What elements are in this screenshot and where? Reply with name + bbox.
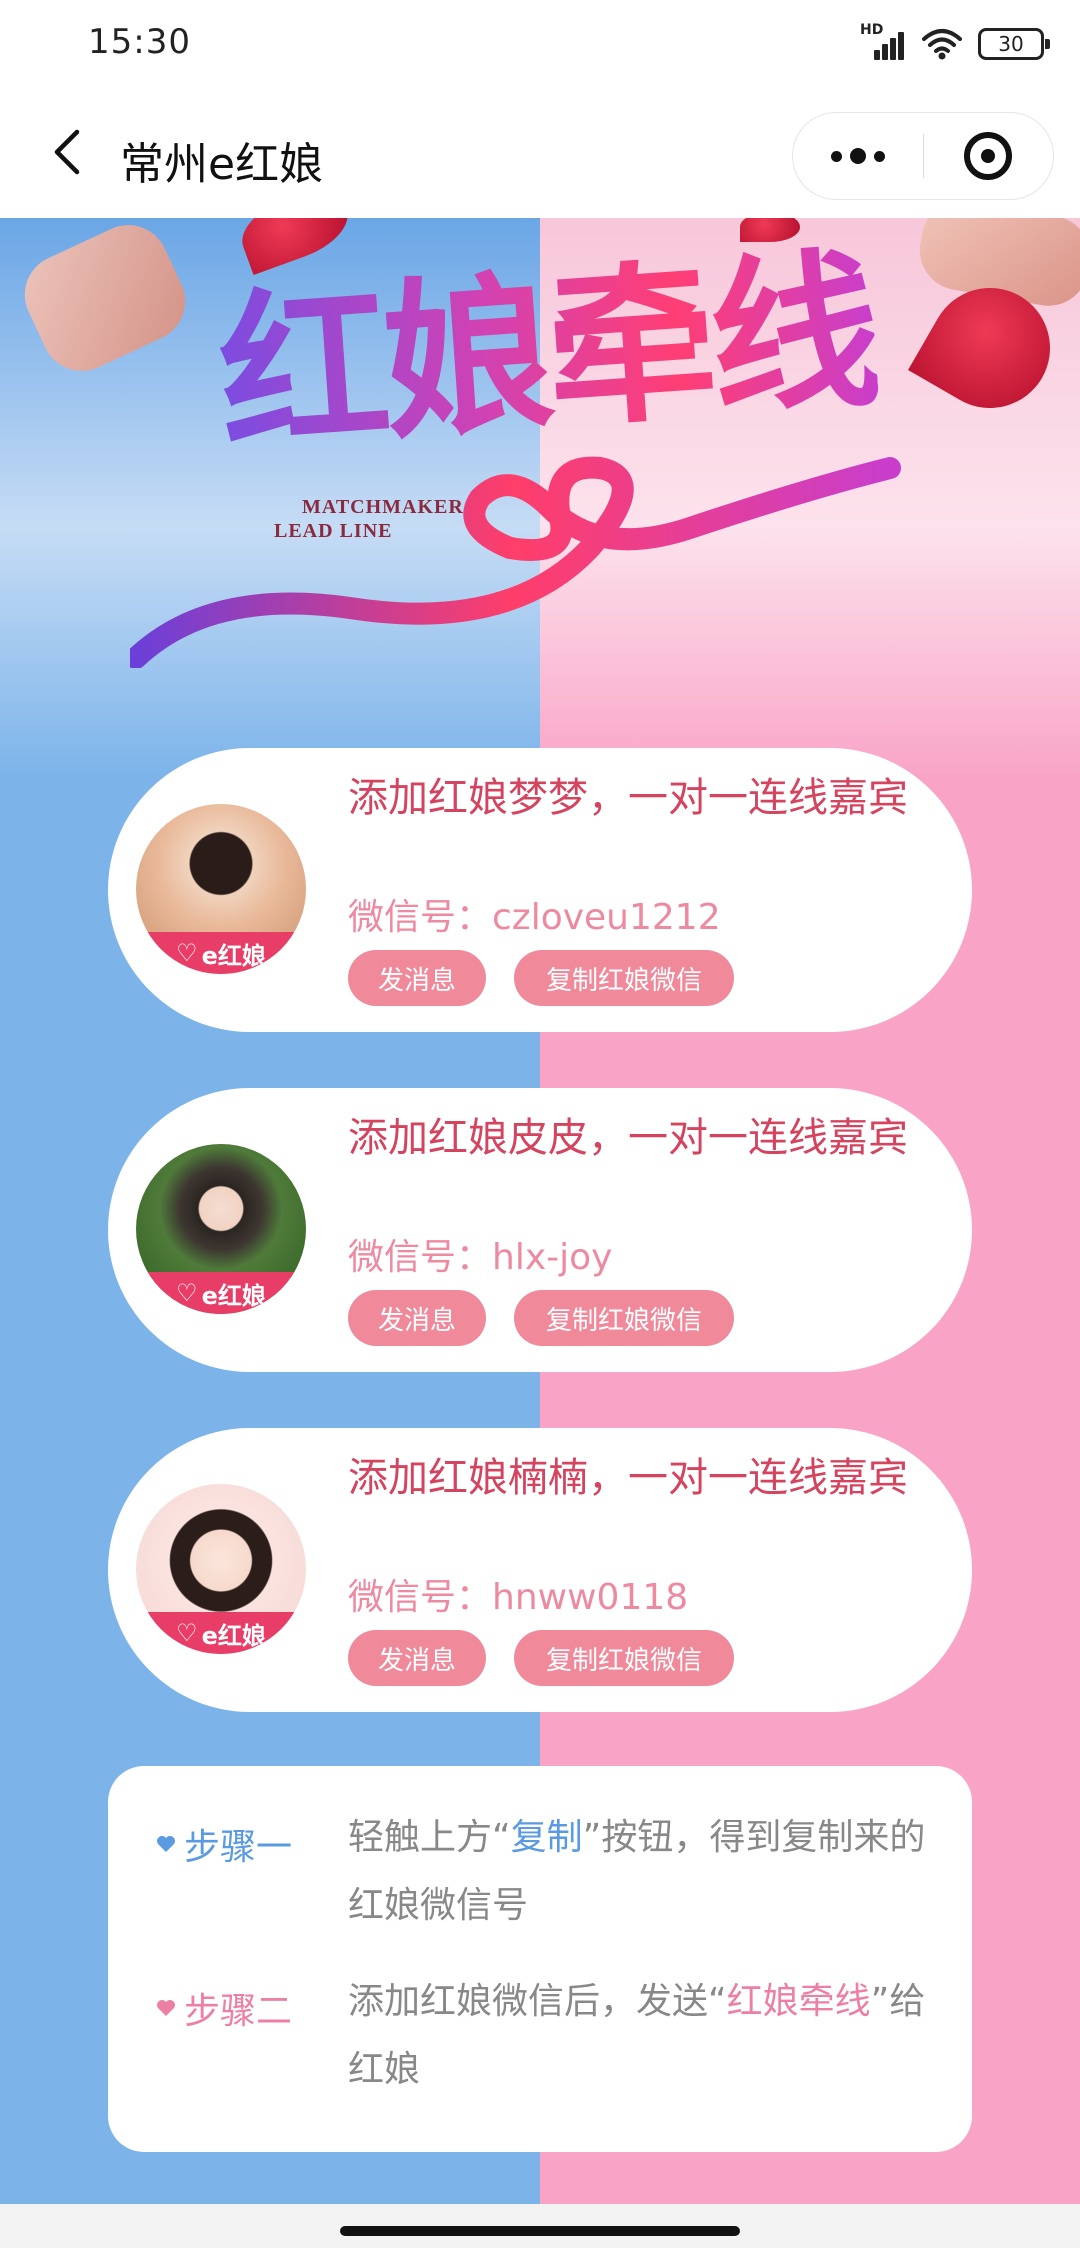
step-label: 步骤二 [184,1991,293,2032]
wechat-label: 微信号： [348,897,493,938]
step-item: 步骤一 轻触上方“复制”按钮，得到复制来的红娘微信号 [156,1817,946,1978]
card-title: 添加红娘梦梦，一对一连线嘉宾 [348,775,908,821]
wechat-label: 微信号： [348,1237,493,1278]
main-content: 红娘牵线 MATCHMAKER LEAD LINE ♡ e红娘 添加红娘梦梦，一… [0,218,1080,2204]
wechat-id: czloveu1212 [492,897,721,938]
send-message-button[interactable]: 发消息 [348,1290,486,1346]
step-text: 轻触上方“复制”按钮，得到复制来的红娘微信号 [348,1817,926,1926]
heart-icon: ♡ [176,1619,198,1647]
status-bar: 15:30 HD 30 [0,0,1080,90]
step-text: 添加红娘微信后，发送“红娘牵线”给红娘 [348,1981,926,2090]
steps-panel: 步骤一 轻触上方“复制”按钮，得到复制来的红娘微信号 步骤二 添加红娘微信后，发… [108,1766,972,2152]
nav-bar: 常州e红娘 [0,90,1080,218]
matchmaker-card: ♡ e红娘 添加红娘楠楠，一对一连线嘉宾 微信号：hnww0118 发消息 复制… [108,1428,972,1712]
matchmaker-avatar: ♡ e红娘 [136,1484,306,1654]
matchmaker-avatar: ♡ e红娘 [136,1144,306,1314]
home-bar [0,2204,1080,2248]
copy-wechat-button[interactable]: 复制红娘微信 [514,1290,734,1346]
wechat-id-line: 微信号：hlx-joy [348,1228,612,1280]
matchmaker-card: ♡ e红娘 添加红娘梦梦，一对一连线嘉宾 微信号：czloveu1212 发消息… [108,748,972,1032]
card-title: 添加红娘楠楠，一对一连线嘉宾 [348,1455,908,1501]
close-miniprogram-button[interactable] [924,113,1054,199]
heart-icon: ♡ [176,939,198,967]
ribbon-heart-decoration [130,456,901,668]
cellular-signal-icon: HD [860,22,906,62]
step-highlight: 复制 [510,1817,583,1858]
wechat-id: hnww0118 [492,1577,689,1618]
target-close-icon [964,132,1013,180]
miniprogram-capsule [792,112,1054,200]
battery-icon: 30 [978,28,1050,60]
step-label: 步骤一 [184,1827,293,1868]
avatar-badge: ♡ e红娘 [136,1272,306,1314]
avatar-badge: ♡ e红娘 [136,1612,306,1654]
step-item: 步骤二 添加红娘微信后，发送“红娘牵线”给红娘 [156,1981,946,2142]
matchmaker-avatar: ♡ e红娘 [136,804,306,974]
card-title: 添加红娘皮皮，一对一连线嘉宾 [348,1115,908,1161]
heart-icon [157,2000,175,2016]
send-message-button[interactable]: 发消息 [348,1630,486,1686]
status-icons: HD 30 [860,22,1050,66]
wechat-id: hlx-joy [492,1237,613,1278]
back-button[interactable] [36,120,96,184]
network-badge: HD [860,22,884,38]
avatar-badge: ♡ e红娘 [136,932,306,974]
status-time: 15:30 [88,22,191,62]
wechat-label: 微信号： [348,1577,493,1618]
heart-icon [157,1836,175,1852]
send-message-button[interactable]: 发消息 [348,950,486,1006]
wifi-icon [922,29,962,60]
more-button[interactable] [793,113,923,199]
wechat-id-line: 微信号：hnww0118 [348,1568,688,1620]
matchmaker-card: ♡ e红娘 添加红娘皮皮，一对一连线嘉宾 微信号：hlx-joy 发消息 复制红… [108,1088,972,1372]
battery-level: 30 [998,32,1024,56]
step-highlight: 红娘牵线 [726,1981,871,2022]
page-title: 常州e红娘 [120,139,324,190]
copy-wechat-button[interactable]: 复制红娘微信 [514,950,734,1006]
heart-icon: ♡ [176,1279,198,1307]
home-indicator[interactable] [340,2226,740,2236]
copy-wechat-button[interactable]: 复制红娘微信 [514,1630,734,1686]
chevron-left-icon [54,129,80,175]
wechat-id-line: 微信号：czloveu1212 [348,888,721,940]
more-dots-icon [830,150,842,162]
